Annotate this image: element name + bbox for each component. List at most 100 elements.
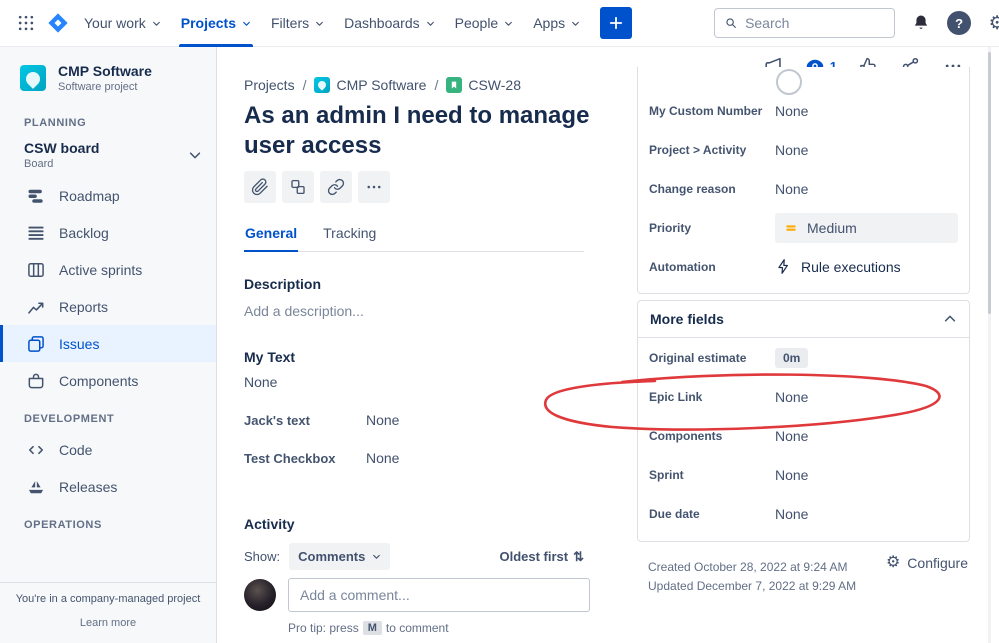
field-value[interactable]: None xyxy=(775,142,958,158)
search-icon xyxy=(726,18,737,28)
settings-button[interactable]: ⚙ xyxy=(981,7,999,39)
sidebar-item-reports[interactable]: Reports xyxy=(0,288,216,325)
chevron-down-icon xyxy=(426,21,434,26)
tab-general[interactable]: General xyxy=(244,217,299,252)
my-text-value[interactable]: None xyxy=(244,374,637,390)
project-sidebar: CMP Software Software project PLANNING C… xyxy=(0,47,217,643)
chevron-down-icon xyxy=(572,21,580,26)
test-checkbox-value[interactable]: None xyxy=(366,450,604,466)
story-type-icon xyxy=(446,77,463,93)
assignee-avatar-cutoff[interactable] xyxy=(776,69,802,95)
issue-tabs: General Tracking xyxy=(244,217,584,252)
sidebar-item-label: Backlog xyxy=(59,224,109,241)
tab-tracking[interactable]: Tracking xyxy=(322,217,377,252)
sidebar-item-label: Roadmap xyxy=(59,187,120,204)
search-input[interactable] xyxy=(745,15,886,31)
field-priority: Priority Medium xyxy=(638,208,969,247)
sidebar-item-label: Active sprints xyxy=(59,261,143,278)
board-type: Board xyxy=(24,158,54,170)
pro-tip-suffix: to comment xyxy=(385,621,449,635)
help-icon: ? xyxy=(947,11,972,35)
nav-projects[interactable]: Projects xyxy=(171,0,261,47)
description-heading: Description xyxy=(244,276,322,292)
breadcrumb-issue-key[interactable]: CSW-28 xyxy=(446,77,521,93)
breadcrumb-separator: / xyxy=(302,77,307,93)
create-button[interactable] xyxy=(600,7,633,39)
sidebar-item-label: Issues xyxy=(59,335,100,352)
comments-filter-button[interactable]: Comments xyxy=(289,543,391,570)
pro-tip: Pro tip: press M to comment xyxy=(244,621,637,635)
sidebar-item-components[interactable]: Components xyxy=(0,362,216,399)
roadmap-icon xyxy=(28,189,43,203)
more-fields-header[interactable]: More fields xyxy=(638,301,969,338)
field-due-date: Due date None xyxy=(638,494,969,533)
updated-date: Updated December 7, 2022 at 9:29 AM xyxy=(648,579,857,593)
field-value[interactable]: None xyxy=(775,103,958,119)
nav-people[interactable]: People xyxy=(445,0,524,47)
comment-input[interactable] xyxy=(288,578,590,612)
field-label: Epic Link xyxy=(649,389,703,404)
configure-button[interactable]: ⚙ Configure xyxy=(886,555,968,572)
notifications-button[interactable] xyxy=(905,7,937,39)
description-placeholder[interactable]: Add a description... xyxy=(244,303,637,319)
nav-dashboards-label: Dashboards xyxy=(344,15,420,31)
sidebar-item-releases[interactable]: Releases xyxy=(0,468,216,505)
field-my-custom-number: My Custom Number None xyxy=(638,91,969,130)
global-search[interactable] xyxy=(714,8,896,38)
nav-your-work[interactable]: Your work xyxy=(74,0,171,47)
due-date-value[interactable]: None xyxy=(775,506,958,522)
scrollbar-thumb[interactable] xyxy=(988,52,991,314)
more-fields-title: More fields xyxy=(650,311,724,327)
epic-link-value[interactable]: None xyxy=(775,389,958,405)
nav-dashboards[interactable]: Dashboards xyxy=(334,0,445,47)
nav-projects-label: Projects xyxy=(180,15,236,31)
sort-order-button[interactable]: Oldest first ⇅ xyxy=(499,549,584,565)
sidebar-item-issues[interactable]: Issues xyxy=(0,325,216,362)
sidebar-item-active-sprints[interactable]: Active sprints xyxy=(0,251,216,288)
add-child-issue-button[interactable] xyxy=(282,171,314,203)
managed-project-note: You're in a company-managed project xyxy=(15,593,201,605)
components-value[interactable]: None xyxy=(775,428,958,444)
section-operations-label: OPERATIONS xyxy=(24,519,102,531)
more-actions-button[interactable] xyxy=(358,171,390,203)
learn-more-link[interactable]: Learn more xyxy=(80,617,136,629)
link-issue-button[interactable] xyxy=(320,171,352,203)
pro-tip-prefix: Pro tip: press xyxy=(288,621,359,635)
jacks-text-value[interactable]: None xyxy=(366,412,604,428)
more-fields-panel: More fields Original estimate 0m Epic Li… xyxy=(637,300,970,542)
nav-apps[interactable]: Apps xyxy=(523,0,590,47)
priority-select[interactable]: Medium xyxy=(775,212,958,243)
section-development-label: DEVELOPMENT xyxy=(24,413,115,425)
field-sprint: Sprint None xyxy=(638,455,969,494)
issues-icon xyxy=(28,335,44,352)
rule-executions-link[interactable]: Rule executions xyxy=(775,258,958,275)
field-label: My Custom Number xyxy=(649,103,763,118)
attach-button[interactable] xyxy=(244,171,276,203)
breadcrumb-project[interactable]: CMP Software xyxy=(314,77,426,93)
original-estimate-value[interactable]: 0m xyxy=(775,347,809,368)
issue-action-row xyxy=(244,171,637,203)
reports-chart-icon xyxy=(28,301,44,314)
created-date: Created October 28, 2022 at 9:24 AM xyxy=(648,560,848,574)
nav-filters[interactable]: Filters xyxy=(261,0,334,47)
topnav-right-cluster: ? ⚙ xyxy=(905,7,999,39)
help-button[interactable]: ? xyxy=(943,7,975,39)
chevron-down-icon xyxy=(373,554,381,559)
board-name: CSW board xyxy=(24,140,100,156)
breadcrumb-projects[interactable]: Projects xyxy=(244,77,295,93)
sprint-value[interactable]: None xyxy=(775,467,958,483)
field-components: Components None xyxy=(638,416,969,455)
sidebar-footer: You're in a company-managed project Lear… xyxy=(0,582,216,643)
sidebar-item-roadmap[interactable]: Roadmap xyxy=(0,177,216,214)
field-value[interactable]: None xyxy=(775,181,958,197)
sidebar-item-code[interactable]: Code xyxy=(0,431,216,468)
app-switcher-button[interactable] xyxy=(10,7,42,39)
jira-logo[interactable] xyxy=(42,7,74,39)
backlog-icon xyxy=(28,226,44,240)
board-selector[interactable]: CSW board Board xyxy=(0,135,216,177)
code-icon xyxy=(28,445,44,454)
project-avatar xyxy=(20,65,46,91)
nav-people-label: People xyxy=(454,15,499,31)
sidebar-item-backlog[interactable]: Backlog xyxy=(0,214,216,251)
show-label: Show: xyxy=(244,549,281,564)
